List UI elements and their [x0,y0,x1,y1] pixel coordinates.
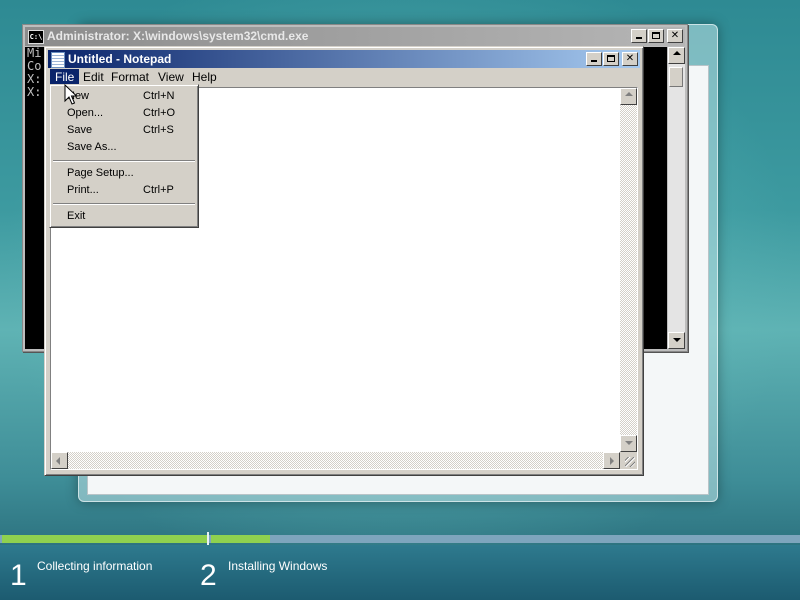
menu-item-label: Exit [67,210,86,222]
notepad-title: Untitled - Notepad [68,52,172,66]
menu-item-exit[interactable]: Exit [53,208,195,225]
cmd-titlebar[interactable]: C:\ Administrator: X:\windows\system32\c… [25,27,685,46]
minimize-icon [591,60,597,62]
menu-item-print[interactable]: Print... Ctrl+P [53,182,195,199]
menu-item-page-setup[interactable]: Page Setup... [53,165,195,182]
notepad-horizontal-scrollbar[interactable] [51,452,620,469]
setup-steps: 1 Collecting information 2 Installing Wi… [0,545,800,600]
menu-item-label: Print... [67,184,99,196]
cmd-close-button[interactable]: ✕ [667,29,683,43]
cmd-icon: C:\ [28,30,44,44]
menu-separator [53,160,195,162]
menu-item-save-as[interactable]: Save As... [53,139,195,156]
cmd-maximize-button[interactable] [648,29,664,43]
mouse-cursor-icon [64,84,78,105]
down-arrow-icon [673,338,681,342]
menu-item-shortcut: Ctrl+N [143,90,175,102]
menu-item-label: Save [67,124,93,136]
scroll-left-button[interactable] [51,452,68,469]
cmd-minimize-button[interactable] [631,29,647,43]
cmd-title: Administrator: X:\windows\system32\cmd.e… [47,29,309,43]
step-label: Collecting information [37,559,153,573]
setup-progress-bar [0,535,800,543]
notepad-close-button[interactable]: ✕ [622,52,638,66]
progress-fill-step-2 [211,535,270,543]
scroll-down-button[interactable] [620,435,637,452]
resize-grip[interactable] [620,452,637,469]
close-icon: ✕ [625,53,635,64]
menu-item-label: Save As... [67,141,117,153]
progress-fill-step-1 [2,535,207,543]
scroll-up-button[interactable] [620,88,637,105]
menu-item-shortcut: Ctrl+P [143,184,174,196]
down-arrow-icon [625,441,633,445]
minimize-icon [636,37,642,39]
right-arrow-icon [610,457,614,465]
menu-separator [53,203,195,205]
menu-file[interactable]: File [50,69,80,85]
progress-divider [207,532,209,546]
notepad-icon [51,52,65,68]
notepad-minimize-button[interactable] [586,52,602,66]
cmd-scroll-down-button[interactable] [668,332,685,349]
up-arrow-icon [673,51,681,55]
cmd-scroll-up-button[interactable] [668,47,685,64]
maximize-icon [607,55,615,62]
notepad-vertical-scrollbar[interactable] [620,88,637,452]
step-number: 1 [10,559,27,592]
menu-item-shortcut: Ctrl+O [143,107,176,119]
maximize-icon [652,32,660,39]
up-arrow-icon [625,92,633,96]
menu-item-label: Open... [67,107,104,119]
close-icon: ✕ [670,30,680,41]
menu-item-open[interactable]: Open... Ctrl+O [53,105,195,122]
cmd-scroll-thumb[interactable] [669,67,683,87]
scroll-right-button[interactable] [603,452,620,469]
step-label: Installing Windows [228,559,328,573]
menu-item-shortcut: Ctrl+S [143,124,174,136]
notepad-maximize-button[interactable] [603,52,619,66]
notepad-titlebar[interactable]: Untitled - Notepad ✕ [48,50,640,68]
cmd-vertical-scrollbar[interactable] [668,47,685,349]
step-number: 2 [200,559,217,592]
menu-item-save[interactable]: Save Ctrl+S [53,122,195,139]
left-arrow-icon [56,457,60,465]
menu-item-label: Page Setup... [67,167,134,179]
